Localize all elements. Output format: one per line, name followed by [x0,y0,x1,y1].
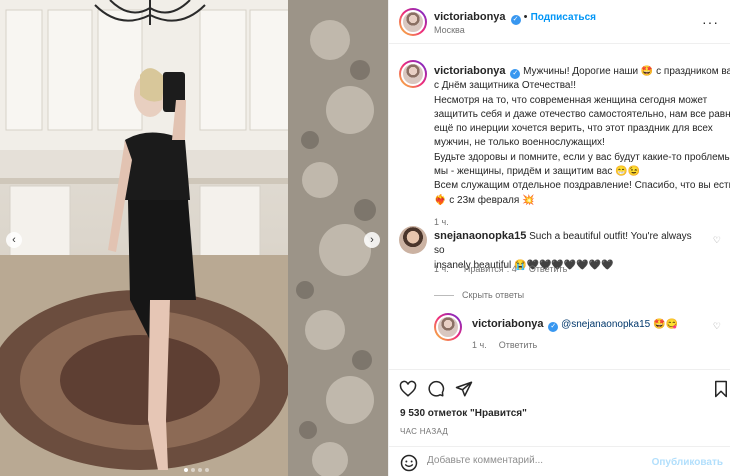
reply-meta: 1 ч. Ответить [472,340,537,350]
caption-line: Всем служащим отдельное поздравление! Сп… [434,180,730,192]
comment-icon[interactable] [427,380,445,398]
comment-like-heart-icon[interactable]: ♡ [713,235,721,246]
carousel-dot [184,468,188,472]
add-comment-bar: Опубликовать [389,446,730,476]
comment-meta: 1 ч. "Нравится": 4 Ответить [434,264,567,274]
reply-author[interactable]: victoriabonya [472,318,544,330]
bookmark-icon[interactable] [712,380,730,398]
comment-likes-count[interactable]: "Нравится": 4 [461,264,517,274]
follow-button[interactable]: Подписаться [531,12,596,23]
verified-badge-icon: ✓ [510,69,521,79]
comment-reply-button[interactable]: Ответить [529,264,567,274]
caption-line: с Днём защитника Отечества!! [434,80,577,92]
publish-button[interactable]: Опубликовать [652,457,723,468]
reply-mention[interactable]: @snejanaonopka15 [561,319,650,330]
caption-time[interactable]: 1 ч. [434,215,726,229]
caption-avatar[interactable] [399,60,427,88]
commenter-avatar[interactable] [399,226,427,254]
comment-author[interactable]: snejanaonopka15 [434,230,526,242]
heart-icon[interactable] [399,380,417,398]
post-header: victoriabonya ✓ • Подписаться Москва ··· [389,0,730,44]
post-caption: victoriabonya ✓ Мужчины! Дорогие наши 🤩 … [434,64,730,229]
reply-time[interactable]: 1 ч. [472,340,487,350]
hide-replies-button[interactable]: Скрыть ответы [434,290,524,300]
caption-line: ❤️‍🔥 с 23м февраля 💥 [434,194,535,206]
caption-line-1: victoriabonya ✓ Мужчины! Дорогие наши 🤩 … [434,65,730,79]
more-icon[interactable]: ··· [702,14,719,30]
caption-line: ещё по инерции хочется верить, что этот … [434,123,713,135]
caption-line: защитить себя и даже отечество самостоят… [434,108,730,120]
reply-body: victoriabonya ✓ @snejanaonopka15 🤩😋 [472,318,678,332]
caption-line: мы - женщины, придём и защитим вас 😁😉 [434,166,641,178]
reply-reply-button[interactable]: Ответить [499,340,537,350]
verified-badge-icon: ✓ [548,322,559,332]
author-username[interactable]: victoriabonya [434,11,506,23]
caption-line: мужчин, не только военнослужащих! [434,137,605,149]
post-time-ago[interactable]: ЧАС НАЗАД [400,427,448,436]
smiley-icon[interactable] [400,454,418,472]
comment-time[interactable]: 1 ч. [434,264,449,274]
comments-scroll-area[interactable]: victoriabonya ✓ Мужчины! Дорогие наши 🤩 … [389,45,730,369]
carousel-next-button[interactable]: › [364,232,380,248]
post-panel: victoriabonya ✓ • Подписаться Москва ···… [388,0,730,476]
comment-input[interactable] [427,455,657,466]
caption-line: Несмотря на то, что современная женщина … [434,94,708,106]
paper-plane-icon[interactable] [455,380,473,398]
caption-author[interactable]: victoriabonya [434,65,506,77]
reply-like-heart-icon[interactable]: ♡ [713,321,721,332]
reply-avatar[interactable] [434,313,462,341]
post-location[interactable]: Москва [434,25,465,35]
carousel-dot [205,468,209,472]
carousel-prev-button[interactable]: ‹ [6,232,22,248]
photo-illustration [0,0,388,476]
caption-line: Будьте здоровы и помните, если у вас буд… [434,151,730,163]
carousel-dots [184,468,209,472]
post-actions [389,369,730,407]
likes-count[interactable]: 9 530 отметок "Нравится" [400,408,527,419]
carousel-dot [191,468,195,472]
carousel-dot [198,468,202,472]
post-photo[interactable]: ‹ › [0,0,388,476]
verified-badge-icon: ✓ [510,15,521,25]
author-avatar[interactable] [399,8,427,36]
divider-line [434,294,454,296]
